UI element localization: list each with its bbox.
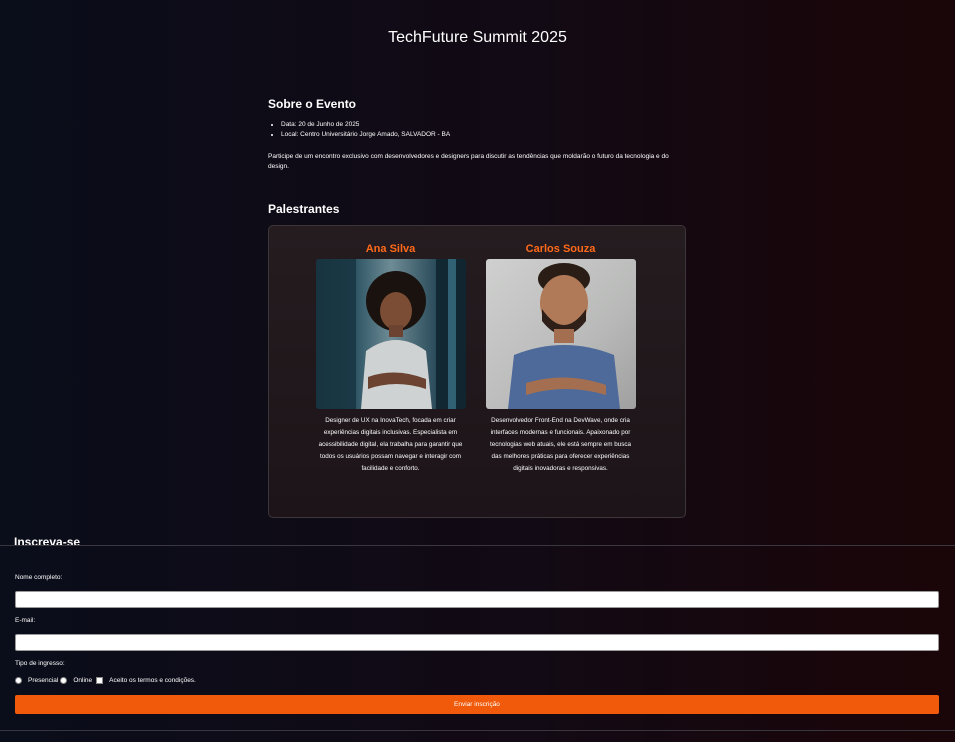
submit-button[interactable]: Enviar inscrição (15, 695, 939, 714)
name-field[interactable] (15, 591, 939, 608)
event-description: Participe de um encontro exclusivo com d… (268, 153, 669, 170)
speakers-heading: Palestrantes (268, 202, 340, 216)
signup-heading: Inscreva-se (14, 535, 81, 549)
speaker-bio: Desenvolvedor Front-End na DevWave, onde… (489, 417, 632, 472)
terms-checkbox[interactable] (96, 677, 104, 684)
name-label: Nome completo: (15, 574, 63, 581)
speaker-name: Ana Silva (365, 243, 416, 255)
footer-divider (0, 730, 955, 731)
ticket-options: Presencial Online Aceito os termos e con… (15, 677, 196, 684)
event-date: Data: 20 de Junho de 2025 (281, 120, 688, 130)
presencial-radio[interactable] (15, 677, 22, 684)
event-details-list: Data: 20 de Junho de 2025 Local: Centro … (268, 120, 688, 139)
signup-divider (0, 545, 955, 546)
event-location: Local: Centro Universitário Jorge Amado,… (281, 130, 688, 140)
speaker-bio: Designer de UX na InovaTech, focada em c… (318, 417, 463, 472)
email-field[interactable] (15, 634, 939, 651)
email-label: E-mail: (15, 617, 36, 624)
speaker-name: Carlos Souza (525, 243, 596, 255)
terms-label: Aceito os termos e condições. (109, 677, 196, 684)
ticket-type-label: Tipo de ingresso: (15, 660, 65, 667)
presencial-label: Presencial (28, 677, 59, 684)
speaker-card-carlos: Carlos Souza Desenvolvedor Front-End na … (483, 243, 638, 475)
about-heading: Sobre o Evento (268, 97, 357, 111)
speakers-panel: Ana Silva Designer de UX na InovaTech, f… (268, 225, 686, 518)
page-title: TechFuture Summit 2025 (388, 29, 567, 46)
speaker-photo-carlos (485, 259, 636, 409)
online-label: Online (73, 677, 93, 684)
speaker-photo-ana (315, 259, 466, 409)
online-radio[interactable] (60, 677, 68, 684)
about-section: Sobre o Evento Data: 20 de Junho de 2025… (268, 97, 688, 171)
speaker-card-ana: Ana Silva Designer de UX na InovaTech, f… (313, 243, 468, 475)
